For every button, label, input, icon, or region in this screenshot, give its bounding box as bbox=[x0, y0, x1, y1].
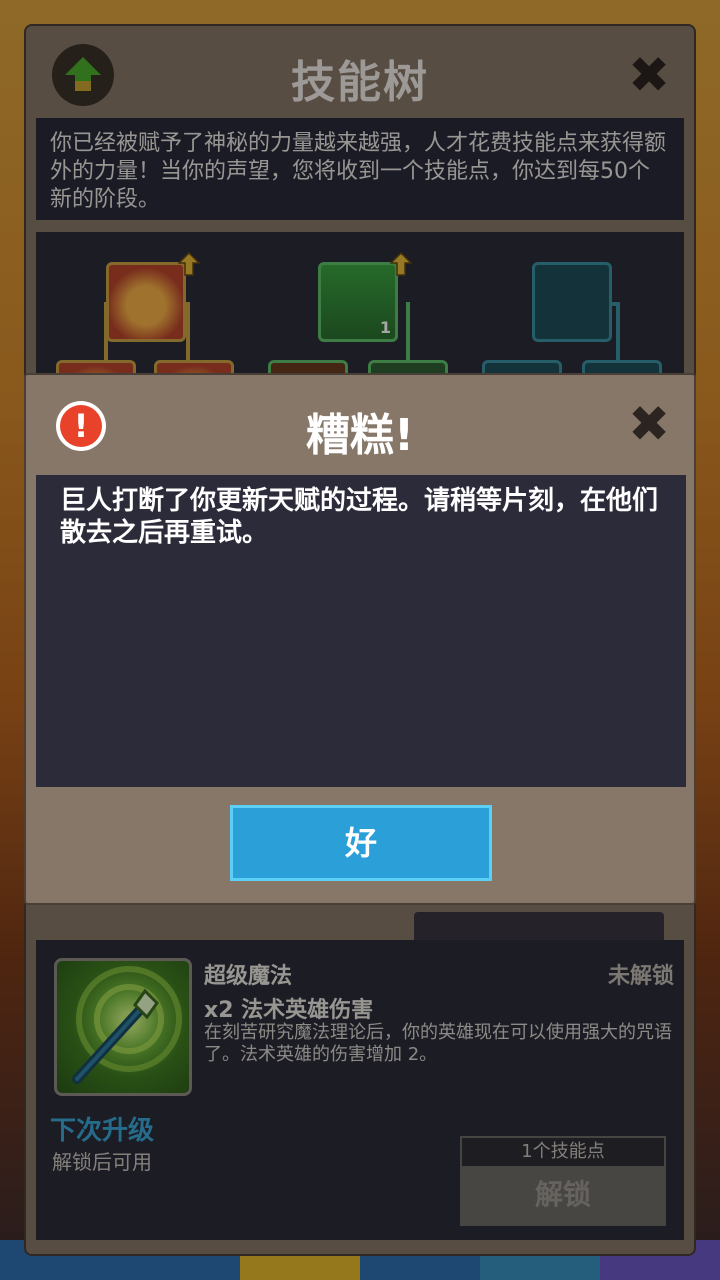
ok-button[interactable]: 好 bbox=[230, 805, 492, 881]
dialog-message: 巨人打断了你更新天赋的过程。请稍等片刻，在他们散去之后再重试。 bbox=[36, 475, 686, 787]
dialog-close-icon[interactable]: ✖ bbox=[628, 399, 670, 449]
error-dialog: ! 糟糕! ✖ 巨人打断了你更新天赋的过程。请稍等片刻，在他们散去之后再重试。 … bbox=[24, 373, 696, 905]
dialog-title: 糟糕! bbox=[305, 410, 415, 461]
